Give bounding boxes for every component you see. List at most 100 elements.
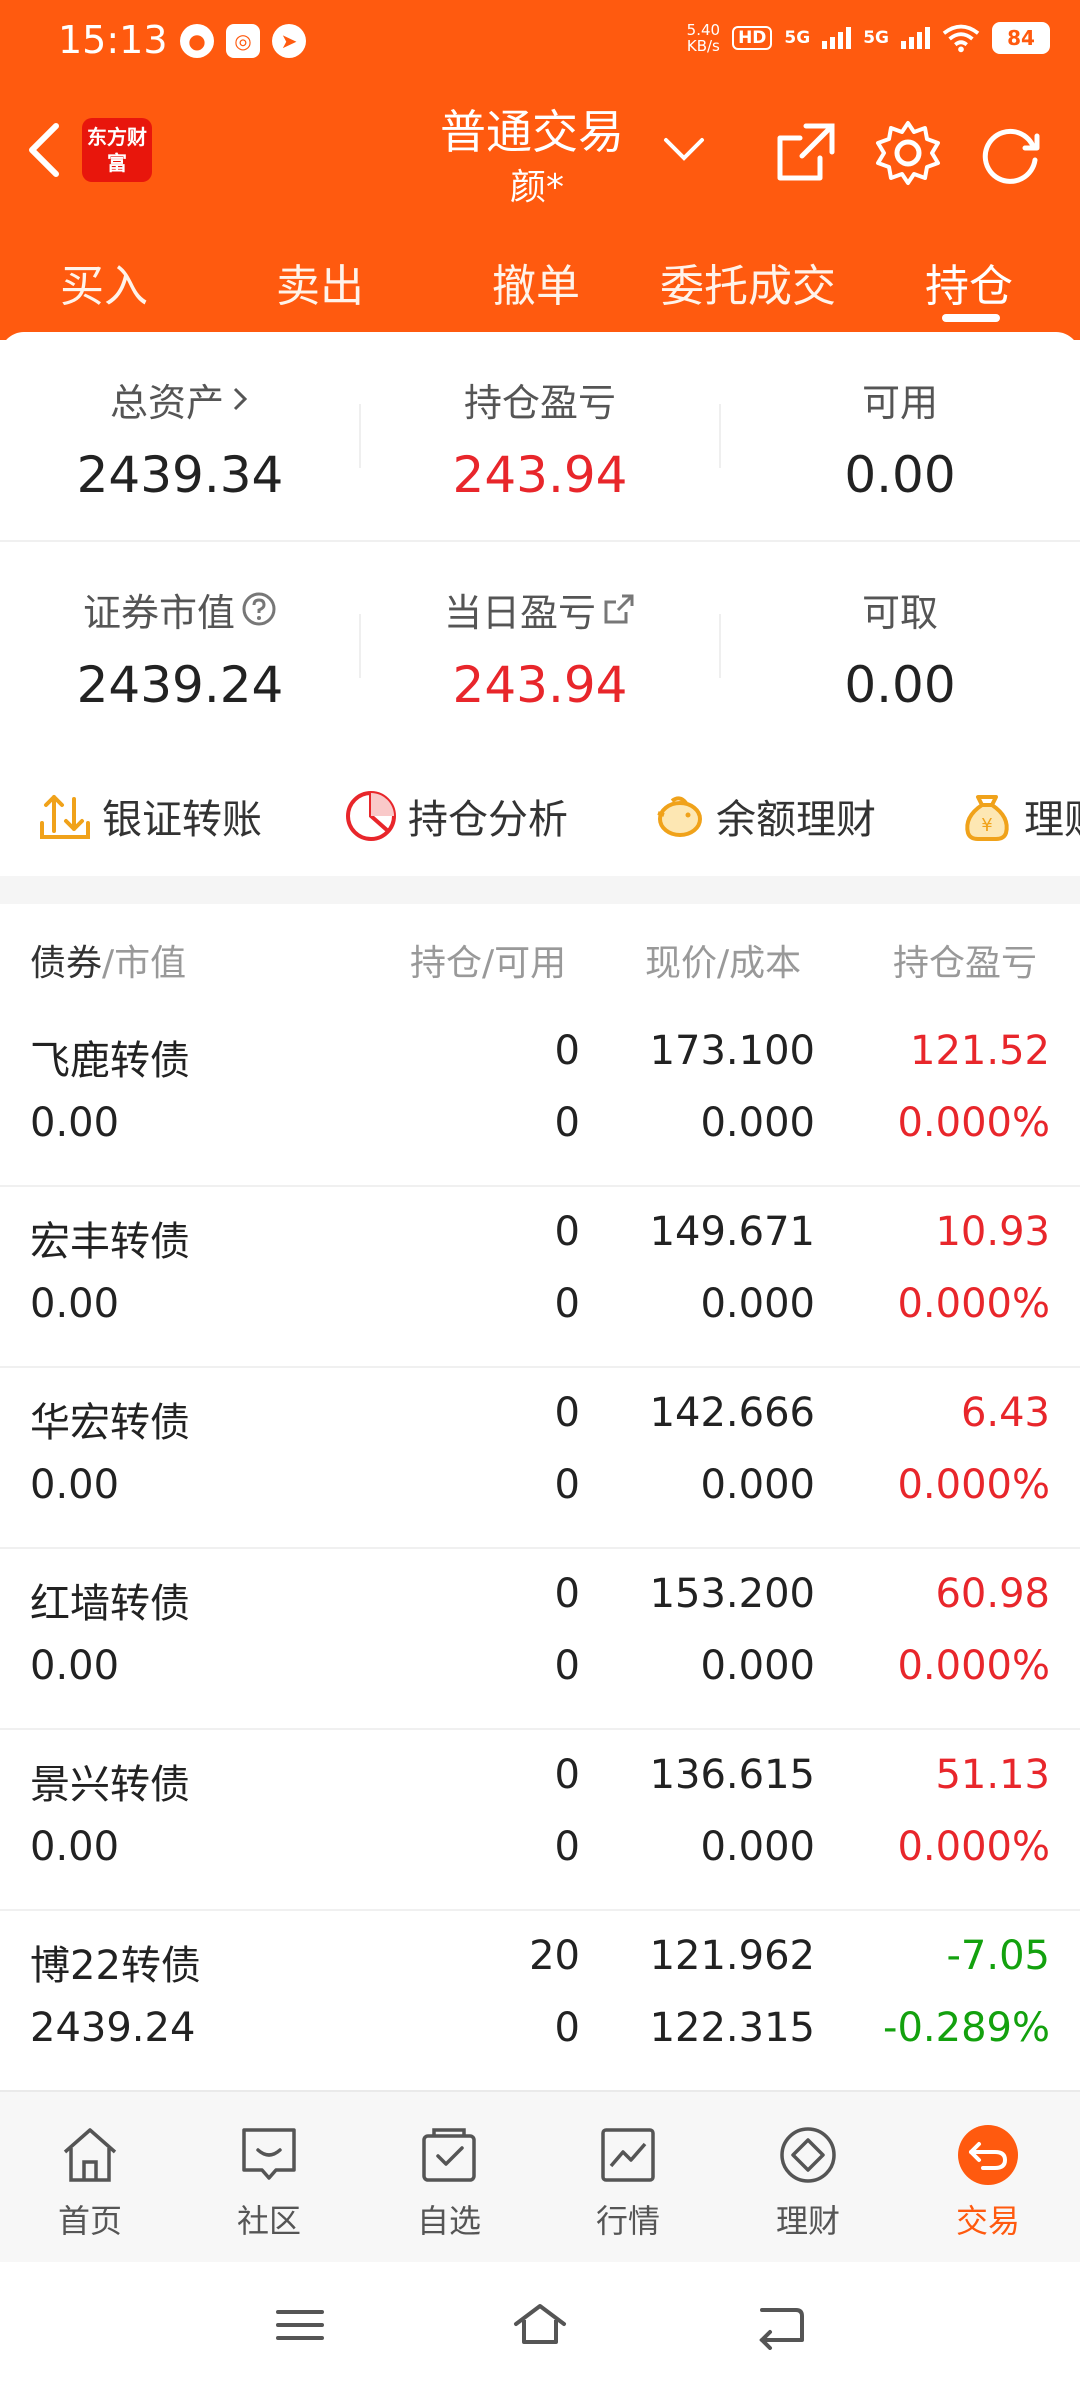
bond-pnl: -7.05 [946,1933,1051,1979]
bond-market-value: 2439.24 [30,2005,196,2051]
chevron-down-icon[interactable] [662,134,706,164]
bond-pnl-pct: -0.289% [883,2005,1050,2051]
external-link-icon [604,594,634,624]
bond-pnl-pct: 0.000% [897,1281,1050,1327]
total-assets[interactable]: 总资产 2439.34 [0,332,360,505]
page-title[interactable]: 普通交易 [440,96,624,162]
market-value: 证券市值 2439.24 [0,542,360,715]
home-button-icon[interactable] [510,2300,570,2350]
bond-name: 飞鹿转债 [30,1038,190,1084]
table-row[interactable]: 宏丰转债 0.00 0 0 149.671 0.000 10.93 0.000% [0,1187,1080,1368]
back-button[interactable] [22,120,66,180]
bond-holding: 0 [554,1209,580,1255]
withdrawable-label: 可取 [861,590,938,635]
market-value-label: 证券市值 [82,590,235,635]
bond-pnl: 51.13 [935,1752,1050,1798]
account-name: 颜* [510,167,565,208]
transfer-icon [40,795,90,839]
bond-holding: 20 [529,1933,580,1979]
network-5g-1: 5G [784,28,811,48]
daily-pnl[interactable]: 当日盈亏 243.94 [360,542,720,714]
bond-available: 0 [554,1281,580,1327]
table-row[interactable]: 飞鹿转债 0.00 0 0 173.100 0.000 121.52 0.000… [0,1006,1080,1187]
bond-holding: 0 [554,1390,580,1436]
daily-pnl-value: 243.94 [452,656,628,714]
trade-icon [958,2125,1018,2185]
notification-icons: ● ◎ ➤ [180,24,306,58]
market-value-value: 2439.24 [76,656,284,714]
nav-label: 行情 [595,2202,660,2240]
shortcut-transfer[interactable]: 银证转账 [36,786,262,846]
bond-name: 景兴转债 [30,1762,190,1808]
nav-market[interactable]: 行情 [568,2122,688,2242]
signal-icon [822,27,852,49]
tab-buy[interactable]: 买入 [60,250,148,314]
table-row[interactable]: 景兴转债 0.00 0 0 136.615 0.000 51.13 0.000% [0,1730,1080,1911]
col-bond-sub: /市值 [102,943,187,984]
shortcut-balance-finance[interactable]: 余额理财 [650,786,876,846]
bond-name: 宏丰转债 [30,1219,190,1265]
bond-price: 149.671 [649,1209,815,1255]
wifi-icon [942,24,980,53]
bond-market-value: 0.00 [30,1281,120,1327]
asset-summary: 总资产 2439.34 持仓盈亏 243.94 可用 0.00 证券市值 243… [0,332,1080,752]
bond-pnl-pct: 0.000% [897,1643,1050,1689]
chevron-right-icon [233,387,248,411]
battery-icon: 84 [992,22,1050,54]
home-icon [63,2128,117,2182]
available-label: 可用 [861,380,938,425]
shortcut-analysis[interactable]: 持仓分析 [342,786,568,846]
bond-cost: 0.000 [700,1281,815,1327]
available-value: 0.00 [844,446,956,504]
bond-pnl: 6.43 [960,1390,1050,1436]
bond-market-value: 0.00 [30,1824,120,1870]
bond-pnl: 10.93 [935,1209,1050,1255]
nav-trade[interactable]: 交易 [928,2122,1048,2242]
back-nav-icon[interactable] [750,2300,810,2350]
share-icon[interactable] [770,118,840,188]
available-funds: 可用 0.00 [720,332,1080,505]
table-row[interactable]: 博22转债 2439.24 20 0 121.962 122.315 -7.05… [0,1911,1080,2092]
send-icon: ➤ [272,24,306,58]
shortcut-bar: 银证转账 持仓分析 余额理财 ¥ 理财 [0,756,1080,876]
header: 15:13 ● ◎ ➤ 5.40 KB/s HD 5G 5G 84 东方财富 普通… [0,0,1080,340]
nav-wealth[interactable]: 理财 [748,2122,868,2242]
help-icon[interactable] [241,591,277,627]
section-separator [0,876,1080,904]
refresh-icon[interactable] [975,118,1045,188]
table-row[interactable]: 华宏转债 0.00 0 0 142.666 0.000 6.43 0.000% [0,1368,1080,1549]
menu-icon[interactable] [270,2300,330,2350]
money-bag-icon: ¥ [965,795,1009,841]
tab-positions[interactable]: 持仓 [925,250,1013,314]
col-bond-main: 债券 [30,943,103,984]
summary-row-2: 证券市值 2439.24 当日盈亏 243.94 可取 0.00 [0,542,1080,752]
position-pnl-value: 243.94 [452,446,628,504]
col-price[interactable]: 现价/成本 [645,934,801,986]
tab-orders[interactable]: 委托成交 [660,250,836,314]
shortcut-label: 理财 [1024,797,1080,843]
col-holding[interactable]: 持仓/可用 [410,934,566,986]
table-row[interactable]: 红墙转债 0.00 0 0 153.200 0.000 60.98 0.000% [0,1549,1080,1730]
tab-indicator [942,314,1000,322]
col-pnl[interactable]: 持仓盈亏 [893,934,1053,986]
bond-price: 136.615 [649,1752,815,1798]
positions-list: 飞鹿转债 0.00 0 0 173.100 0.000 121.52 0.000… [0,1006,1080,2092]
bond-price: 142.666 [649,1390,815,1436]
withdrawable-value: 0.00 [844,656,956,714]
nav-home[interactable]: 首页 [30,2122,150,2242]
col-bond[interactable]: 债券/市值 [30,934,186,986]
nav-label: 社区 [236,2202,301,2240]
gear-icon[interactable] [873,118,943,188]
network-5g-2: 5G [863,28,889,48]
bond-name: 华宏转债 [30,1400,190,1446]
shortcut-wealth[interactable]: ¥ 理财 [958,786,1080,846]
bond-available: 0 [554,1462,580,1508]
tab-sell[interactable]: 卖出 [276,250,364,314]
app-notification-icon: ◎ [226,24,260,58]
nav-watchlist[interactable]: 自选 [389,2122,509,2242]
tab-cancel[interactable]: 撤单 [492,250,580,314]
bond-available: 0 [554,1100,580,1146]
nav-label: 理财 [775,2202,840,2240]
nav-community[interactable]: 社区 [209,2122,329,2242]
bond-pnl-pct: 0.000% [897,1824,1050,1870]
